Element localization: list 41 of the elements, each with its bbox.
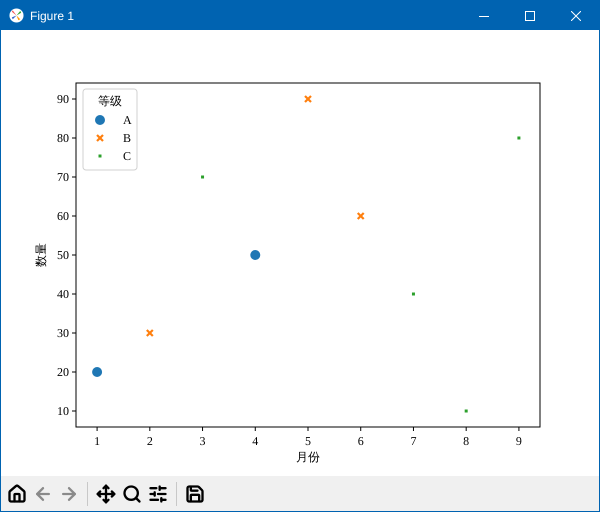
search-icon bbox=[122, 484, 142, 504]
tick-label: 90 bbox=[57, 92, 69, 106]
legend-label: A bbox=[123, 113, 132, 127]
tick-label: 7 bbox=[410, 434, 416, 448]
legend-title: 等级 bbox=[98, 94, 122, 108]
data-point bbox=[250, 250, 260, 260]
tick-label: 2 bbox=[146, 434, 153, 448]
y-axis-label: 数量 bbox=[34, 243, 48, 267]
tick-label: 70 bbox=[57, 170, 69, 184]
sliders-icon bbox=[148, 484, 168, 504]
tick-label: 50 bbox=[57, 248, 69, 262]
legend-label: C bbox=[123, 149, 132, 163]
data-point bbox=[412, 292, 415, 296]
tick-label: 30 bbox=[57, 326, 69, 340]
data-point bbox=[201, 176, 204, 178]
tick-label: 5 bbox=[305, 434, 311, 448]
data-point bbox=[92, 367, 102, 377]
maximize-icon bbox=[525, 10, 535, 20]
window-title: Figure 1 bbox=[30, 8, 76, 22]
tick-label: 20 bbox=[57, 365, 69, 379]
tick-label: 3 bbox=[200, 434, 206, 448]
tick-label: 1 bbox=[94, 434, 100, 448]
data-point bbox=[356, 212, 364, 220]
app-logo-icon bbox=[9, 8, 24, 23]
move-arrows-icon bbox=[96, 484, 116, 504]
data-point bbox=[464, 410, 468, 412]
tick-label: 8 bbox=[463, 434, 470, 448]
close-icon bbox=[571, 10, 581, 20]
tick-label: 6 bbox=[358, 434, 364, 448]
x-axis-label: 月份 bbox=[296, 450, 320, 464]
home-icon bbox=[7, 484, 27, 504]
tick-label: 60 bbox=[57, 209, 69, 223]
legend-label: B bbox=[123, 131, 132, 145]
tick-label: 80 bbox=[57, 131, 69, 145]
tick-label: 4 bbox=[252, 434, 258, 448]
data-point bbox=[146, 329, 154, 337]
data-point bbox=[517, 136, 520, 140]
tick-label: 10 bbox=[57, 404, 69, 418]
data-point bbox=[304, 95, 312, 103]
tick-label: 9 bbox=[516, 434, 522, 448]
tick-label: 40 bbox=[57, 287, 69, 301]
